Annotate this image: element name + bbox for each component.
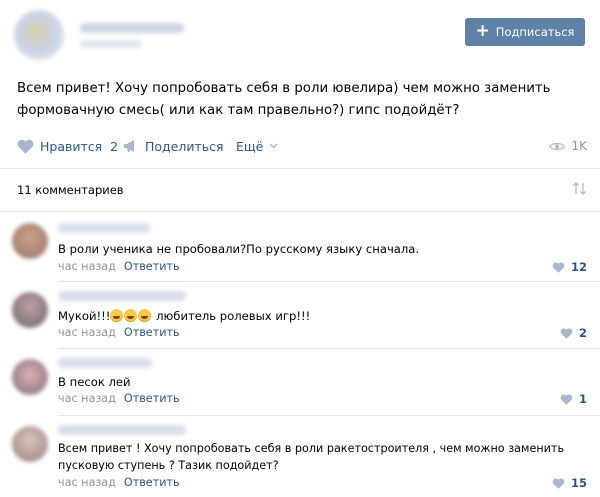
plus-icon: + <box>475 20 490 41</box>
avatar[interactable] <box>12 426 48 462</box>
heart-icon <box>552 477 565 489</box>
comment-like-button[interactable]: 2 <box>560 326 587 340</box>
rofl-emoji-icon <box>110 309 124 322</box>
divider <box>58 415 600 416</box>
comment-author-blurred[interactable] <box>58 358 152 368</box>
comment-like-count: 15 <box>570 476 587 490</box>
views-counter: 1K <box>549 136 587 156</box>
heart-icon <box>560 327 573 339</box>
divider <box>58 281 600 282</box>
avatar[interactable] <box>12 223 48 259</box>
group-avatar[interactable] <box>14 10 64 60</box>
comment-meta: час назад Ответить <box>58 392 180 405</box>
rofl-emoji-icon <box>124 309 138 322</box>
comment-time[interactable]: час назад <box>58 476 116 489</box>
like-label: Нравится <box>40 138 103 154</box>
more-label: Ещё <box>236 138 264 154</box>
reply-link[interactable]: Ответить <box>124 392 180 405</box>
comment-meta: час назад Ответить <box>58 326 180 339</box>
comment-time[interactable]: час назад <box>58 326 116 339</box>
comments-header: 11 комментариев <box>17 181 587 199</box>
comment-text: Мукой!!! любитель ролевых игр!!! <box>58 308 583 325</box>
post-text: Всем привет! Хочу попробовать себя в рол… <box>17 81 551 118</box>
comment-text-end: любитель ролевых игр!!! <box>152 309 311 323</box>
megaphone-icon <box>124 140 134 152</box>
heart-icon <box>552 261 565 273</box>
chevron-down-icon <box>269 143 278 149</box>
comment-meta: час назад Ответить <box>58 260 180 273</box>
comment-like-button[interactable]: 15 <box>552 476 587 490</box>
divider <box>58 348 600 349</box>
rofl-emoji-icon <box>138 309 152 322</box>
comment-meta: час назад Ответить <box>58 476 180 489</box>
avatar[interactable] <box>12 359 48 395</box>
divider <box>0 211 600 212</box>
eye-icon <box>549 142 566 150</box>
post-header: + Подписаться <box>0 0 600 64</box>
heart-icon <box>560 393 573 405</box>
subscribe-button[interactable]: + Подписаться <box>465 18 585 46</box>
post-date-blurred <box>80 40 142 48</box>
comment-time[interactable]: час назад <box>58 260 116 273</box>
more-button[interactable]: Ещё <box>236 136 278 156</box>
comment-author-blurred[interactable] <box>58 425 186 435</box>
sort-icon[interactable] <box>572 181 587 199</box>
comment-like-button[interactable]: 1 <box>560 392 587 406</box>
reply-link[interactable]: Ответить <box>124 326 180 339</box>
subscribe-label: Подписаться <box>495 25 575 39</box>
share-label: Поделиться <box>145 138 224 154</box>
group-name-blurred[interactable] <box>80 23 184 33</box>
heart-icon <box>17 139 34 154</box>
comment-text: Всем привет ! Хочу попробовать себя в ро… <box>58 442 565 472</box>
comment-like-count: 1 <box>578 392 587 406</box>
divider <box>0 168 600 169</box>
avatar[interactable] <box>12 292 48 328</box>
comment-text: В роли ученика не пробовали?По русскому … <box>58 242 420 256</box>
comment-time[interactable]: час назад <box>58 392 116 405</box>
like-button[interactable]: Нравится 2 <box>17 136 118 156</box>
comment-like-count: 2 <box>578 326 587 340</box>
comment-like-button[interactable]: 12 <box>552 260 587 274</box>
share-button[interactable]: Поделиться <box>123 136 224 156</box>
like-count: 2 <box>110 138 119 154</box>
comment-text-start: Мукой!!! <box>58 309 111 323</box>
reply-link[interactable]: Ответить <box>124 476 180 489</box>
views-count: 1K <box>571 139 587 153</box>
comment-text: В песок лей <box>58 375 131 389</box>
comments-count-title: 11 комментариев <box>17 183 124 197</box>
comment-like-count: 12 <box>570 260 587 274</box>
comment-author-blurred[interactable] <box>58 291 186 301</box>
comment-author-blurred[interactable] <box>58 223 150 233</box>
reply-link[interactable]: Ответить <box>124 260 180 273</box>
post-actions: Нравится 2 Поделиться Ещё 1K <box>17 136 587 156</box>
